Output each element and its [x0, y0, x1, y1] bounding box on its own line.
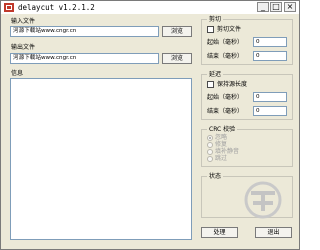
cut-end-input[interactable]: 0	[253, 51, 287, 61]
delay-start-input[interactable]: 0	[253, 92, 287, 102]
minimize-icon: _	[261, 2, 265, 11]
minimize-button[interactable]: _	[257, 2, 269, 12]
exit-button[interactable]: 退出	[255, 227, 292, 238]
crc-option-label: 忽略	[215, 134, 228, 141]
crc-option-label: 填补静音	[215, 148, 240, 155]
delay-group-title: 延迟	[207, 71, 224, 78]
log-textarea[interactable]	[10, 78, 192, 240]
crc-radio-silence[interactable]	[207, 149, 213, 155]
close-icon: ×	[286, 2, 294, 11]
cut-file-checkbox-label: 剪切文件	[217, 26, 242, 33]
app-icon	[4, 3, 14, 12]
output-file-label: 输出文件	[11, 44, 36, 51]
input-file-label: 输入文件	[11, 18, 36, 25]
crc-option-label: 修复	[215, 141, 228, 148]
watermark-logo	[244, 181, 282, 219]
window-title: delaycut v1.2.1.2	[18, 3, 95, 12]
crc-radio-fix[interactable]	[207, 142, 213, 148]
log-label: 信息	[11, 70, 24, 77]
maximize-button[interactable]: □	[270, 2, 282, 12]
delay-end-input[interactable]: 0	[253, 106, 287, 116]
keep-length-checkbox-label: 保持源长度	[217, 81, 248, 88]
title-bar: delaycut v1.2.1.2 _ □ ×	[1, 1, 299, 14]
cut-start-input[interactable]: 0	[253, 37, 287, 47]
crc-group-title: CRC 校验	[207, 126, 238, 133]
crc-option-label: 跳过	[215, 155, 228, 162]
cut-end-label: 结束（毫秒）	[207, 53, 244, 60]
delay-start-label: 起始（毫秒）	[207, 94, 244, 101]
maximize-icon: □	[272, 2, 280, 11]
app-window: delaycut v1.2.1.2 _ □ × 输入文件 河源下载站www.cn…	[0, 0, 300, 250]
cut-group-title: 剪切	[207, 16, 224, 23]
cut-file-checkbox[interactable]	[207, 26, 214, 33]
output-browse-button[interactable]: 浏览	[162, 53, 192, 64]
status-group-title: 状态	[207, 173, 224, 180]
keep-length-checkbox[interactable]	[207, 81, 214, 88]
crc-radio-ignore[interactable]	[207, 135, 213, 141]
crc-radio-skip[interactable]	[207, 156, 213, 162]
delay-end-label: 结束（毫秒）	[207, 108, 244, 115]
input-file-field[interactable]: 河源下载站www.cngr.cn	[10, 26, 159, 37]
close-button[interactable]: ×	[284, 2, 296, 12]
cut-start-label: 起始（毫秒）	[207, 39, 244, 46]
run-button[interactable]: 处理	[201, 227, 238, 238]
input-browse-button[interactable]: 浏览	[162, 26, 192, 37]
output-file-field[interactable]: 河源下载站www.cngr.cn	[10, 53, 159, 64]
